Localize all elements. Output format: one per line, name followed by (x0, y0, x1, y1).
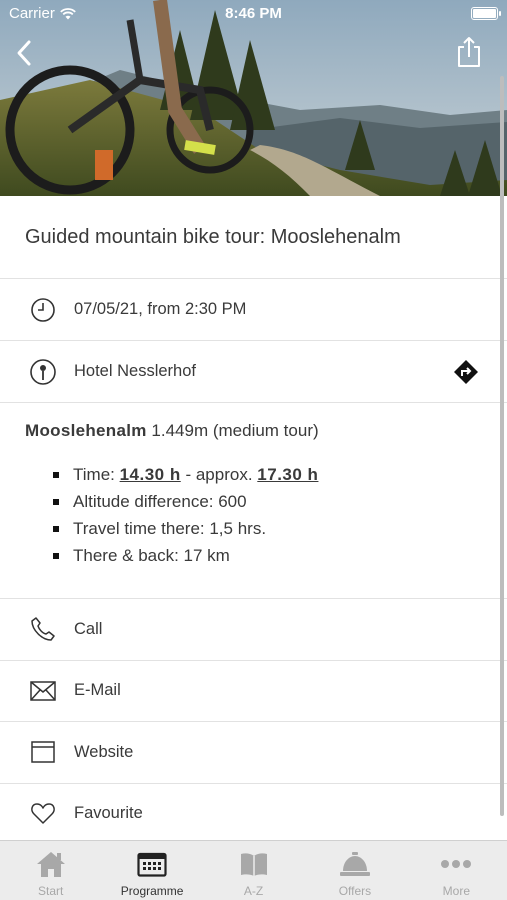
time-prefix: Time: (73, 465, 120, 484)
favourite-row[interactable]: Favourite (0, 784, 507, 845)
tab-start[interactable]: Start (0, 841, 101, 900)
share-icon[interactable] (455, 36, 483, 68)
tour-elevation: 1.449m (medium tour) (146, 421, 319, 440)
home-icon (34, 849, 68, 879)
tour-details-list: Time: 14.30 h - approx. 17.30 h Altitude… (25, 461, 482, 569)
heart-icon (28, 799, 58, 829)
tab-programme[interactable]: Programme (101, 841, 202, 900)
location-row[interactable]: Hotel Nesslerhof (0, 341, 507, 403)
status-bar: Carrier 8:46 PM (0, 0, 507, 28)
calendar-icon (135, 849, 169, 879)
time-mid: - approx. (180, 465, 258, 484)
service-bell-icon (338, 849, 372, 879)
tab-more[interactable]: More (406, 841, 507, 900)
list-item: Travel time there: 1,5 hrs. (53, 515, 482, 542)
tab-offers[interactable]: Offers (304, 841, 405, 900)
phone-icon (28, 614, 58, 644)
directions-icon[interactable] (453, 359, 479, 385)
favourite-label: Favourite (74, 804, 143, 823)
tab-label: More (442, 884, 470, 898)
tab-label: Programme (120, 884, 184, 898)
tab-label: Offers (338, 884, 372, 898)
hero-image: Carrier 8:46 PM (0, 0, 507, 196)
event-location: Hotel Nesslerhof (74, 362, 196, 380)
list-item: Time: 14.30 h - approx. 17.30 h (53, 461, 482, 488)
location-pin-icon (28, 357, 58, 387)
browser-window-icon (28, 737, 58, 767)
event-detail: Guided mountain bike tour: Mooslehenalm … (0, 196, 507, 845)
book-icon (237, 849, 271, 879)
website-label: Website (74, 742, 134, 761)
event-title-row: Guided mountain bike tour: Mooslehenalm (0, 196, 507, 279)
tour-description: Mooslehenalm 1.449m (medium tour) Time: … (0, 403, 507, 599)
list-item: Altitude difference: 600 (53, 488, 482, 515)
event-datetime: 07/05/21, from 2:30 PM (74, 300, 247, 318)
datetime-row: 07/05/21, from 2:30 PM (0, 279, 507, 341)
call-row[interactable]: Call (0, 599, 507, 661)
email-label: E-Mail (74, 681, 121, 700)
time-end: 17.30 h (257, 465, 319, 484)
tour-name: Mooslehenalm (25, 421, 147, 440)
status-time: 8:46 PM (225, 5, 282, 22)
time-start: 14.30 h (119, 465, 181, 484)
tab-a-z[interactable]: A-Z (203, 841, 304, 900)
tour-lead: Mooslehenalm 1.449m (medium tour) (25, 421, 482, 441)
email-row[interactable]: E-Mail (0, 661, 507, 722)
envelope-icon (28, 676, 58, 706)
tab-bar: Start Programme A-Z Offers More (0, 840, 507, 900)
website-row[interactable]: Website (0, 722, 507, 784)
tab-label: A-Z (243, 884, 264, 898)
battery-icon (471, 7, 501, 20)
clock-icon (28, 295, 58, 325)
more-dots-icon (439, 849, 473, 879)
back-arrow-icon[interactable] (12, 38, 38, 68)
scrollbar[interactable] (500, 76, 504, 816)
mountain-bike-photo (0, 0, 507, 196)
event-title: Guided mountain bike tour: Mooslehenalm (25, 225, 401, 248)
tab-label: Start (38, 884, 64, 898)
list-item: There & back: 17 km (53, 542, 482, 569)
call-label: Call (74, 619, 103, 638)
